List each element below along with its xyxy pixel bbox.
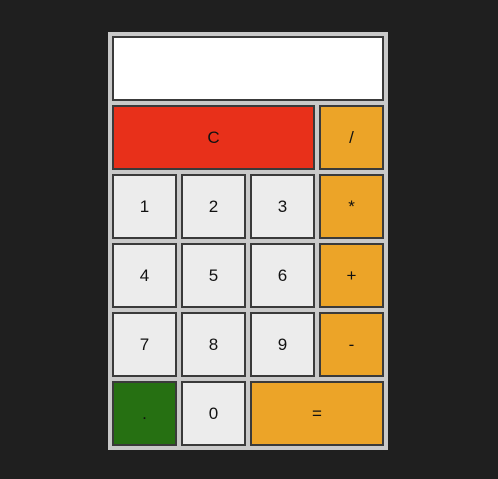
digit-2-button[interactable]: 2 — [181, 174, 246, 239]
divide-button[interactable]: / — [319, 105, 384, 170]
keypad: C / 1 2 3 * 4 5 6 + 7 8 9 - . 0 = — [112, 105, 384, 446]
subtract-button[interactable]: - — [319, 312, 384, 377]
digit-4-button[interactable]: 4 — [112, 243, 177, 308]
calculator: C / 1 2 3 * 4 5 6 + 7 8 9 - . 0 = — [108, 32, 388, 450]
digit-5-button[interactable]: 5 — [181, 243, 246, 308]
digit-1-button[interactable]: 1 — [112, 174, 177, 239]
calculator-display — [112, 36, 384, 101]
digit-0-button[interactable]: 0 — [181, 381, 246, 446]
digit-9-button[interactable]: 9 — [250, 312, 315, 377]
digit-7-button[interactable]: 7 — [112, 312, 177, 377]
clear-button[interactable]: C — [112, 105, 315, 170]
equals-button[interactable]: = — [250, 381, 384, 446]
decimal-point-button[interactable]: . — [112, 381, 177, 446]
digit-8-button[interactable]: 8 — [181, 312, 246, 377]
digit-6-button[interactable]: 6 — [250, 243, 315, 308]
digit-3-button[interactable]: 3 — [250, 174, 315, 239]
add-button[interactable]: + — [319, 243, 384, 308]
multiply-button[interactable]: * — [319, 174, 384, 239]
